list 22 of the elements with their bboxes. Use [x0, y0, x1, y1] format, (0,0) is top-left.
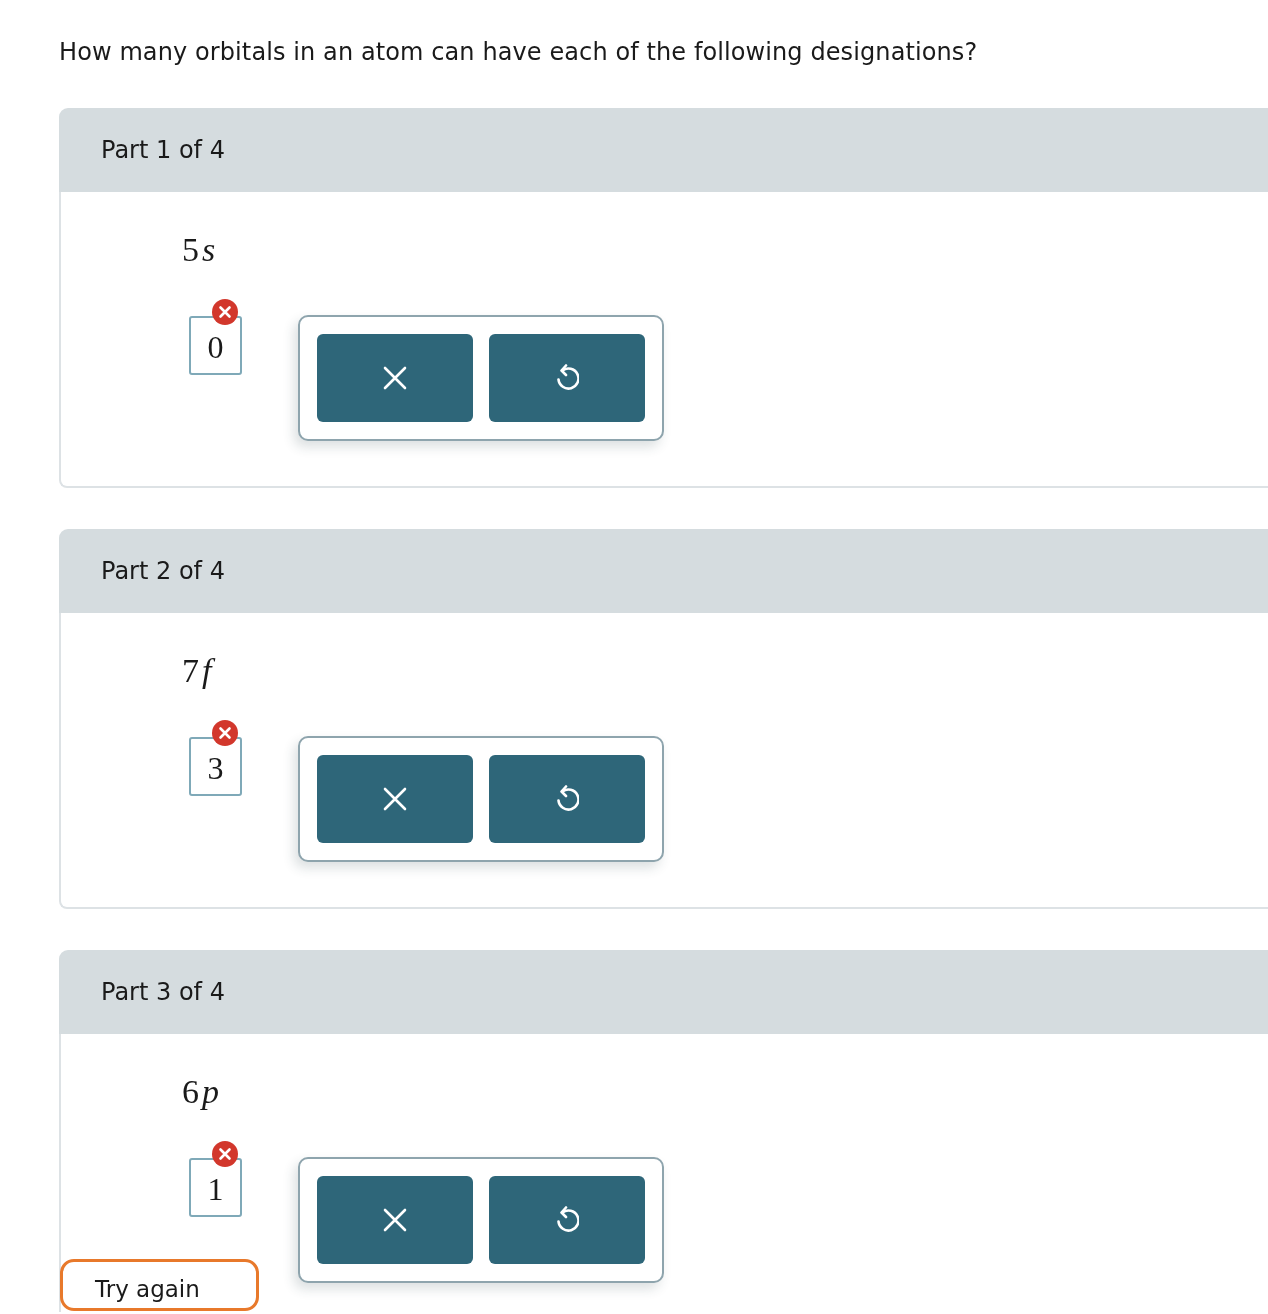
undo-button[interactable]	[489, 755, 645, 843]
undo-icon	[555, 1206, 579, 1234]
close-icon	[383, 787, 407, 811]
orbital-designation: 5s	[182, 230, 216, 270]
answer-field[interactable]: 0	[189, 316, 242, 375]
part-title: Part 3 of 4	[101, 977, 225, 1007]
part-title: Part 1 of 4	[101, 135, 225, 165]
close-icon	[383, 1208, 407, 1232]
clear-button[interactable]	[317, 755, 473, 843]
try-again-button[interactable]: Try again	[60, 1259, 259, 1311]
undo-button[interactable]	[489, 1176, 645, 1264]
undo-icon	[555, 785, 579, 813]
answer-field[interactable]: 1	[189, 1158, 242, 1217]
part-title: Part 2 of 4	[101, 556, 225, 586]
undo-button[interactable]	[489, 334, 645, 422]
undo-icon	[555, 364, 579, 392]
clear-button[interactable]	[317, 1176, 473, 1264]
clear-button[interactable]	[317, 334, 473, 422]
question-text: How many orbitals in an atom can have each of the following designations?	[59, 37, 979, 68]
answer-field[interactable]: 3	[189, 737, 242, 796]
close-icon	[383, 366, 407, 390]
orbital-designation: 6p	[182, 1072, 219, 1112]
